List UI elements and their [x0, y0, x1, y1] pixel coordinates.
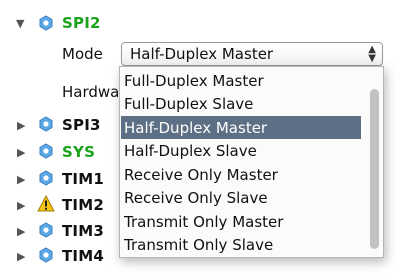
gear-icon [39, 247, 53, 263]
mode-dropdown-list[interactable]: Full-Duplex Master Full-Duplex Slave Hal… [119, 66, 384, 258]
dropdown-option[interactable]: Transmit Only Master [121, 210, 361, 233]
tree-label-tim4: TIM4 [62, 247, 104, 265]
dropdown-option[interactable]: Receive Only Slave [121, 186, 361, 209]
collapse-arrow-icon[interactable]: ▶ [17, 251, 25, 262]
gear-icon [39, 170, 53, 186]
dropdown-option[interactable]: Full-Duplex Slave [121, 92, 361, 115]
dropdown-option[interactable]: Full-Duplex Master [121, 69, 361, 92]
tree-label-spi3: SPI3 [62, 116, 101, 134]
gear-icon [39, 116, 53, 132]
dropdown-option[interactable]: Receive Only Master [121, 163, 361, 186]
gear-icon [39, 222, 53, 238]
expand-arrow-icon[interactable]: ▼ [16, 18, 24, 29]
tree-label-tim1: TIM1 [62, 170, 104, 188]
dropdown-option-selected[interactable]: Half-Duplex Master [121, 116, 361, 139]
tree-label-spi2: SPI2 [62, 14, 101, 32]
collapse-arrow-icon[interactable]: ▶ [17, 174, 25, 185]
dropdown-option[interactable]: Transmit Only Slave [121, 233, 361, 256]
collapse-arrow-icon[interactable]: ▶ [17, 120, 25, 131]
select-arrows-icon: ▲ ▼ [368, 44, 376, 64]
mode-label: Mode [62, 45, 103, 63]
dropdown-option[interactable]: Half-Duplex Slave [121, 139, 361, 162]
dropdown-scrollbar[interactable] [370, 89, 379, 249]
warning-icon [37, 195, 55, 212]
mode-select[interactable]: Half-Duplex Master ▲ ▼ [121, 42, 383, 66]
hardware-label: Hardwa [62, 83, 120, 101]
gear-icon [39, 15, 53, 31]
mode-select-value: Half-Duplex Master [130, 45, 274, 63]
gear-icon [39, 143, 53, 159]
collapse-arrow-icon[interactable]: ▶ [17, 200, 25, 211]
collapse-arrow-icon[interactable]: ▶ [17, 147, 25, 158]
tree-label-tim3: TIM3 [62, 222, 104, 240]
tree-label-tim2: TIM2 [62, 196, 104, 214]
tree-label-sys: SYS [62, 143, 96, 161]
collapse-arrow-icon[interactable]: ▶ [17, 226, 25, 237]
